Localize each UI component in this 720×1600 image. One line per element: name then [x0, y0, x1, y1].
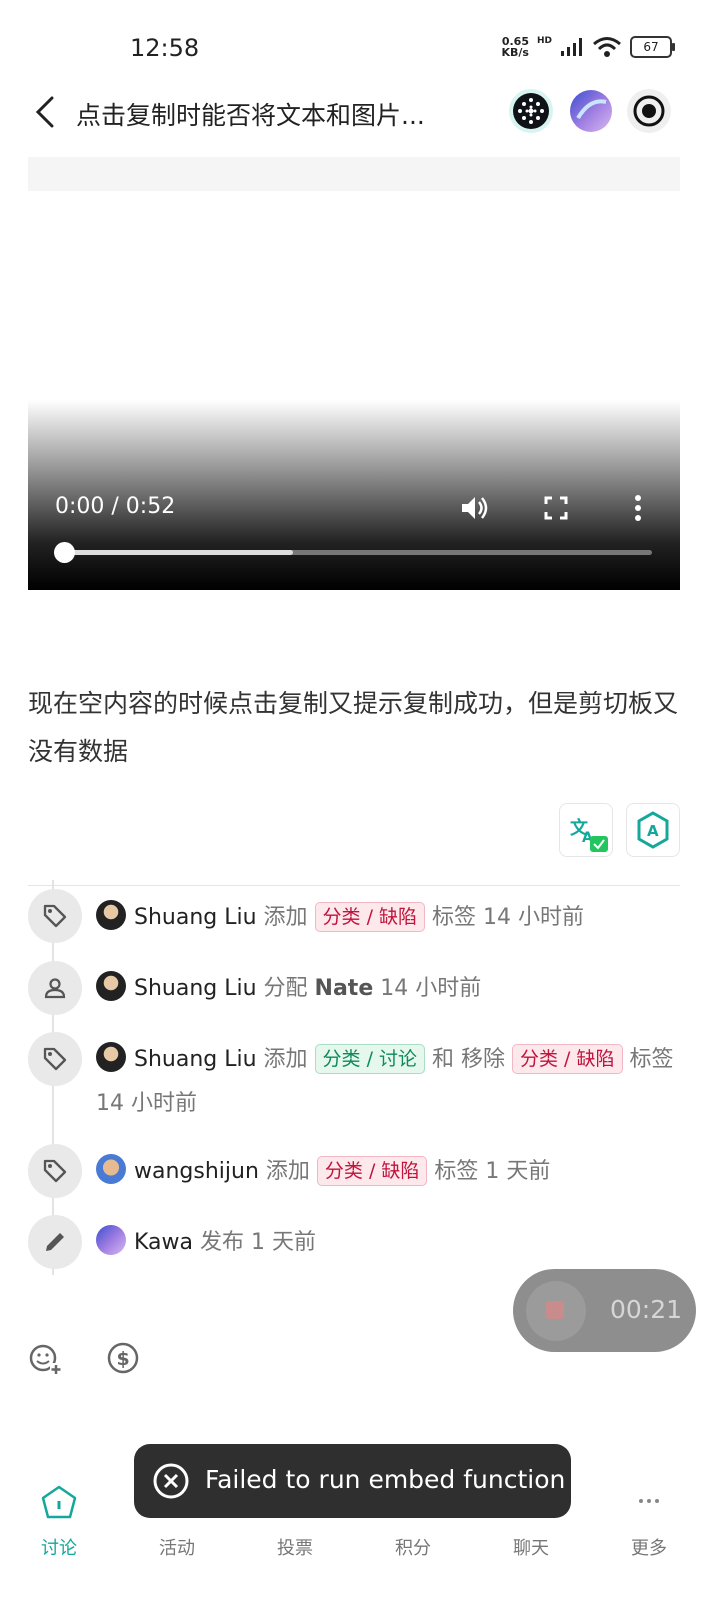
nav-item-5[interactable]: 更多 — [590, 1484, 708, 1564]
timeline-text: 标签 14 小时前 — [425, 905, 585, 930]
translate-icon[interactable]: 文 A — [559, 803, 613, 857]
timeline-text: 添加 — [256, 905, 315, 930]
nav-label: 讨论 — [41, 1538, 77, 1559]
tag-icon — [28, 1144, 82, 1198]
avatar[interactable] — [96, 1042, 126, 1072]
image-placeholder — [28, 157, 680, 191]
battery-icon: 67 — [630, 36, 675, 58]
username-link[interactable]: Shuang Liu — [134, 905, 257, 930]
assignee-name[interactable]: Nate — [315, 976, 374, 1001]
divider — [28, 885, 680, 886]
dots-grid-icon[interactable] — [508, 88, 554, 134]
video-time: 0:00 / 0:52 — [55, 494, 176, 519]
timeline-entry: Shuang Liu 添加 分类 / 讨论 和 移除 分类 / 缺陷 标签 14… — [96, 1038, 681, 1126]
timeline-entry: Shuang Liu 添加 分类 / 缺陷 标签 14 小时前 — [96, 896, 681, 940]
timeline-text: 14 小时前 — [373, 976, 482, 1001]
username-link[interactable]: Kawa — [134, 1230, 193, 1255]
timeline-text: 添加 — [258, 1159, 317, 1184]
timeline-entry: Kawa 发布 1 天前 — [96, 1221, 681, 1265]
fullscreen-icon[interactable] — [542, 492, 570, 524]
error-circle-icon — [153, 1463, 189, 1499]
stop-icon — [546, 1301, 564, 1319]
username-link[interactable]: Shuang Liu — [134, 976, 257, 1001]
svg-text:A: A — [647, 822, 659, 840]
wifi-icon — [593, 37, 621, 57]
status-indicators: 0.65 KB/s HD 67 — [501, 35, 675, 59]
video-buffer-bar — [64, 550, 294, 555]
volume-icon[interactable] — [458, 492, 490, 524]
avatar[interactable] — [96, 971, 126, 1001]
svg-text:$: $ — [117, 1348, 130, 1370]
video-progress-thumb[interactable] — [54, 542, 75, 563]
more-vertical-icon[interactable] — [628, 492, 648, 524]
person-icon — [28, 961, 82, 1015]
back-arrow-icon[interactable] — [30, 92, 60, 132]
status-time: 12:58 — [130, 34, 200, 62]
signal-icon — [561, 38, 582, 56]
nav-label: 投票 — [277, 1538, 313, 1559]
username-link[interactable]: wangshijun — [134, 1159, 259, 1184]
timeline-text: 分配 — [256, 976, 315, 1001]
avatar[interactable] — [96, 900, 126, 930]
category-tag[interactable]: 分类 / 缺陷 — [512, 1044, 623, 1074]
timeline-text: 发布 1 天前 — [193, 1230, 316, 1255]
post-body: 现在空内容的时候点击复制又提示复制成功，但是剪切板又没有数据 — [28, 689, 679, 766]
nav-label: 活动 — [159, 1538, 195, 1559]
timeline-text: 添加 — [256, 1047, 315, 1072]
timeline-text: 和 移除 — [425, 1047, 513, 1072]
recording-time: 00:21 — [610, 1295, 683, 1324]
username-link[interactable]: Shuang Liu — [134, 1047, 257, 1072]
category-tag[interactable]: 分类 / 讨论 — [314, 1044, 426, 1074]
nav-label: 聊天 — [513, 1538, 549, 1559]
nav-label: 更多 — [631, 1538, 667, 1559]
category-tag[interactable]: 分类 / 缺陷 — [316, 1156, 428, 1186]
avatar[interactable] — [96, 1225, 126, 1255]
toast-message: Failed to run embed function — [205, 1465, 566, 1494]
tag-icon — [28, 889, 82, 943]
pencil-icon — [28, 1215, 82, 1269]
page-title: 点击复制时能否将文本和图片... — [76, 101, 425, 130]
timeline-text: 标签 1 天前 — [427, 1159, 551, 1184]
avatar[interactable] — [96, 1154, 126, 1184]
add-emoji-icon[interactable] — [28, 1341, 62, 1375]
tag-icon — [28, 1032, 82, 1086]
timeline-entry: wangshijun 添加 分类 / 缺陷 标签 1 天前 — [96, 1150, 681, 1194]
user-avatar-icon[interactable] — [568, 88, 614, 134]
timeline-entry: Shuang Liu 分配 Nate 14 小时前 — [96, 967, 681, 1011]
nav-item-0[interactable]: 讨论 — [0, 1484, 118, 1564]
hd-badge: HD — [536, 36, 552, 46]
more-dots-icon — [639, 1499, 659, 1503]
record-target-icon[interactable] — [626, 88, 672, 134]
ai-hexagon-icon[interactable]: A — [626, 803, 680, 857]
category-tag[interactable]: 分类 / 缺陷 — [314, 902, 426, 932]
reward-dollar-icon[interactable]: $ — [106, 1341, 140, 1375]
network-speed: 0.65 KB/s — [501, 35, 529, 59]
nav-label: 积分 — [395, 1538, 431, 1559]
home-pentagon-icon — [41, 1485, 77, 1519]
